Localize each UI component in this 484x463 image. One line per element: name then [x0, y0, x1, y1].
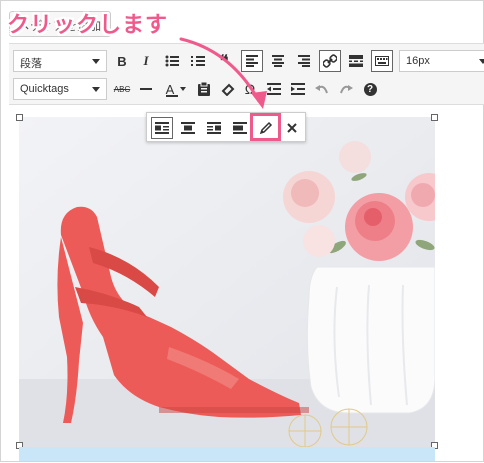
editor-frame: メディアを追加 段落 B I ❝ 16px Quicktags ABC A Ω … [0, 0, 484, 462]
callout-arrow [179, 37, 267, 109]
caption-bar [19, 447, 435, 461]
callout-text: クリックします [7, 12, 169, 37]
